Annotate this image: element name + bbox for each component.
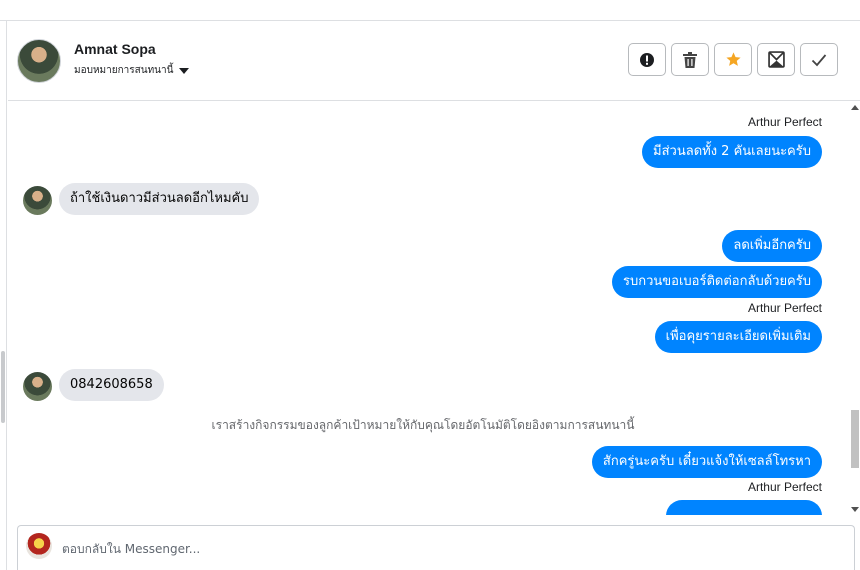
contact-avatar-small bbox=[23, 372, 52, 401]
exclamation-circle-icon bbox=[640, 52, 654, 67]
left-rail bbox=[0, 21, 7, 570]
outgoing-message[interactable]: สักครู่นะครับ เดี๋ยวแจ้งให้เซลล์โทรหา bbox=[591, 446, 822, 478]
outgoing-message[interactable]: ลดเพิ่มอีกครับ bbox=[722, 230, 822, 262]
reply-input-placeholder[interactable]: ตอบกลับใน Messenger... bbox=[62, 540, 200, 559]
system-note: เราสร้างกิจกรรมของลูกค้าเป้าหมายให้กับคุ… bbox=[211, 418, 635, 432]
incoming-message[interactable]: 0842608658 bbox=[59, 369, 164, 401]
reply-composer[interactable]: ตอบกลับใน Messenger... bbox=[17, 525, 855, 570]
trash-icon bbox=[683, 51, 697, 68]
page-avatar bbox=[26, 533, 52, 559]
incoming-message[interactable]: ถ้าใช้เงินดาวมีส่วนลดอีกไหมคับ bbox=[59, 183, 260, 215]
delete-button[interactable] bbox=[671, 43, 709, 76]
message-thread: Arthur Perfect มีส่วนลดทั้ง 2 คันเลยนะคร… bbox=[8, 102, 850, 515]
star-icon bbox=[725, 52, 741, 66]
envelope-icon bbox=[767, 51, 785, 68]
sender-name: Arthur Perfect bbox=[747, 115, 822, 129]
left-rail-marker bbox=[1, 351, 5, 423]
scroll-down-arrow-icon[interactable] bbox=[851, 507, 859, 512]
caret-down-icon bbox=[179, 67, 190, 74]
thread-scrollbar[interactable] bbox=[850, 102, 860, 515]
star-button[interactable] bbox=[714, 43, 752, 76]
top-strip bbox=[0, 0, 860, 21]
done-button[interactable] bbox=[800, 43, 838, 76]
scroll-up-arrow-icon[interactable] bbox=[851, 105, 859, 110]
scrollbar-thumb[interactable] bbox=[851, 410, 859, 468]
outgoing-message-partial[interactable] bbox=[666, 500, 822, 515]
mark-unread-button[interactable] bbox=[757, 43, 795, 76]
assign-conversation-dropdown[interactable]: มอบหมายการสนทนานี้ bbox=[74, 63, 190, 78]
contact-avatar-small bbox=[23, 186, 52, 215]
assign-label: มอบหมายการสนทนานี้ bbox=[74, 65, 174, 76]
conversation-toolbar bbox=[628, 43, 838, 76]
contact-avatar[interactable] bbox=[17, 39, 61, 83]
outgoing-message[interactable]: มีส่วนลดทั้ง 2 คันเลยนะครับ bbox=[642, 136, 822, 168]
sender-name: Arthur Perfect bbox=[747, 480, 822, 494]
contact-name[interactable]: Amnat Sopa bbox=[74, 41, 156, 57]
outgoing-message[interactable]: เพื่อคุยรายละเอียดเพิ่มเติม bbox=[654, 321, 822, 353]
sender-name: Arthur Perfect bbox=[747, 301, 822, 315]
check-icon bbox=[811, 53, 827, 66]
outgoing-message[interactable]: รบกวนขอเบอร์ติดต่อกลับด้วยครับ bbox=[612, 266, 822, 298]
conversation-header: Amnat Sopa มอบหมายการสนทนานี้ bbox=[8, 21, 860, 101]
spam-button[interactable] bbox=[628, 43, 666, 76]
